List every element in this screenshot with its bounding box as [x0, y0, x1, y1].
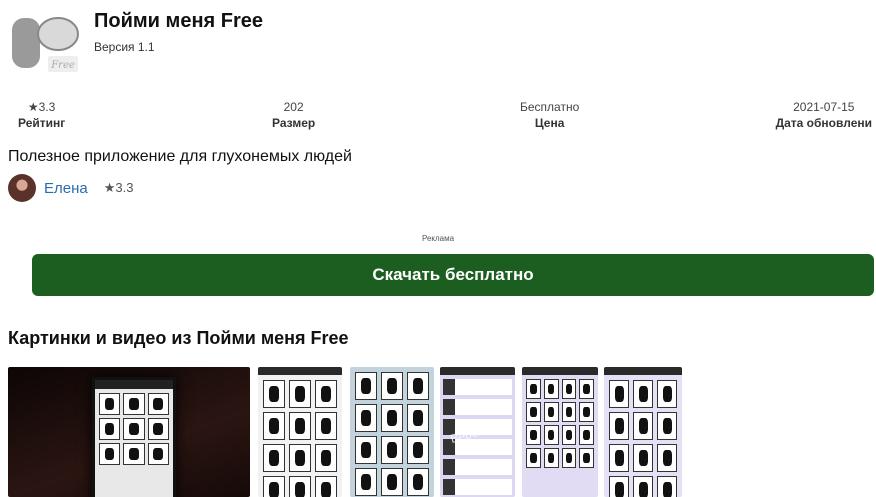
stat-updated: 2021-07-15 Дата обновлени — [776, 100, 872, 131]
stat-size-label: Размер — [272, 116, 316, 130]
app-description: Полезное приложение для глухонемых людей — [8, 148, 352, 165]
download-button[interactable]: Скачать бесплатно — [32, 254, 874, 296]
stat-size: 202 Размер — [272, 100, 315, 131]
app-title: Пойми меня Free — [94, 10, 264, 32]
stat-price-value: Бесплатно — [520, 100, 580, 114]
screenshot-2[interactable] — [350, 367, 434, 497]
screenshot-4[interactable] — [522, 367, 598, 497]
screenshot-5[interactable] — [604, 367, 682, 497]
stat-updated-label: Дата обновлени — [775, 116, 872, 130]
screenshot-3[interactable]: Версия — [440, 367, 515, 497]
screenshot-1[interactable] — [258, 367, 342, 497]
app-icon: Free — [12, 17, 79, 72]
stat-rating-value: ★3.3 — [27, 100, 56, 114]
app-version: Версия 1.1 — [94, 40, 155, 54]
avatar[interactable] — [8, 174, 36, 202]
stat-rating-label: Рейтинг — [18, 116, 66, 130]
stat-size-value: 202 — [283, 100, 304, 114]
author-rating: ★3.3 — [103, 180, 134, 195]
stat-rating: ★3.3 Рейтинг — [18, 100, 65, 131]
author-name-link[interactable]: Елена — [44, 180, 88, 197]
author-row: Елена ★3.3 — [8, 174, 133, 202]
app-icon-badge: Free — [50, 60, 75, 71]
screenshots-section-title: Картинки и видео из Пойми меня Free — [8, 328, 349, 348]
stat-updated-value: 2021-07-15 — [793, 100, 855, 114]
stat-price-label: Цена — [534, 116, 565, 130]
video-thumbnail[interactable] — [8, 367, 250, 497]
stats-row: ★3.3 Рейтинг 202 Размер Бесплатно Цена 2… — [0, 100, 876, 136]
phone-image — [92, 377, 176, 497]
ad-label: Реклама — [421, 234, 455, 243]
screenshots-gallery: Версия — [0, 367, 876, 497]
stat-price: Бесплатно Цена — [520, 100, 579, 131]
